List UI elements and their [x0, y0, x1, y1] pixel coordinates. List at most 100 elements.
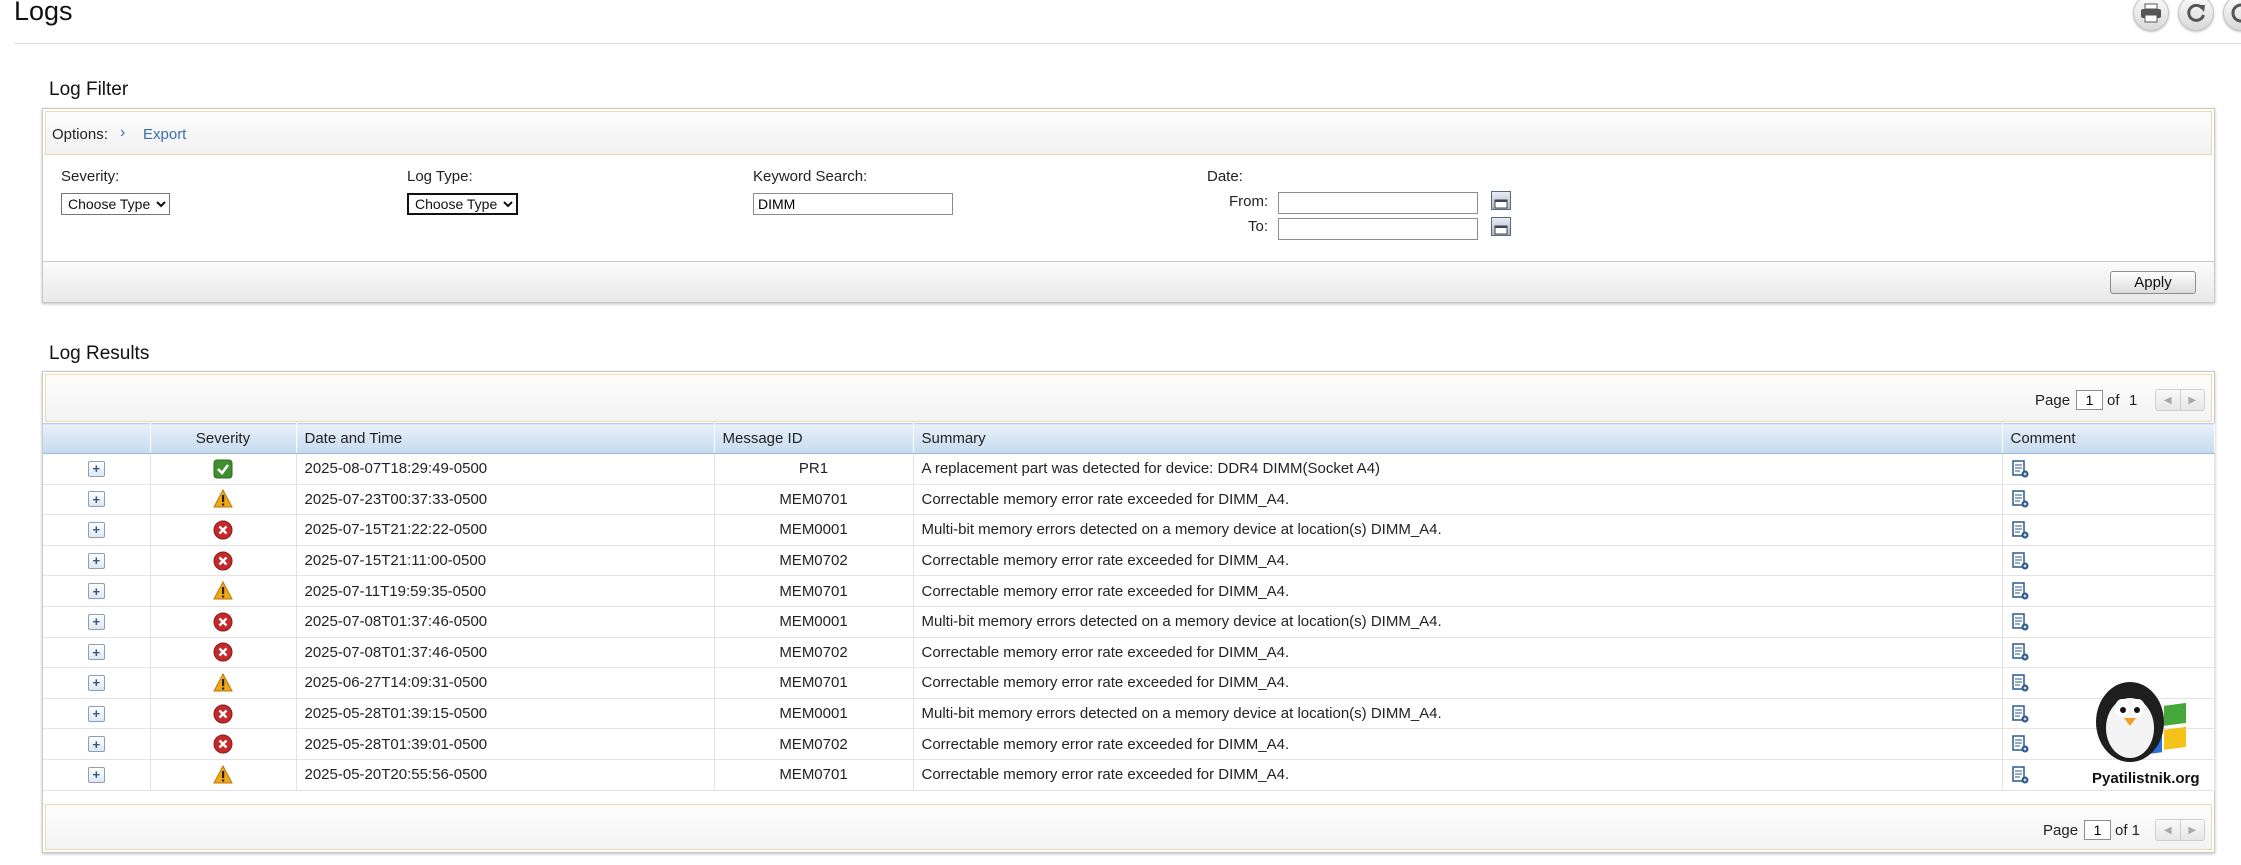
date-from-input[interactable]: [1278, 192, 1478, 214]
date-from-label: From:: [1229, 193, 1269, 210]
log-results-panel: Page of 1 ◀ ▶ Severity Date and Time Mes…: [42, 371, 2215, 853]
table-row: +2025-08-07T18:29:49-0500 PR1 A replacemen…: [43, 453, 2215, 485]
penguin-logo-icon: [2096, 682, 2186, 762]
add-comment-icon[interactable]: [2011, 674, 2029, 692]
expand-row-button[interactable]: +: [87, 583, 105, 600]
date-to-input[interactable]: [1278, 218, 1478, 240]
chevron-right-icon: ›: [120, 124, 126, 141]
severity-select[interactable]: Choose Type: [61, 193, 170, 215]
expand-row-button[interactable]: +: [87, 552, 105, 569]
datetime-cell: 2025-05-28T01:39:15-0500: [296, 698, 715, 730]
expand-row-button[interactable]: +: [87, 460, 105, 477]
summary-cell: Correctable memory error rate exceeded f…: [913, 484, 2003, 516]
comment-cell: [2002, 606, 2215, 638]
critical-error-icon: [213, 642, 233, 662]
add-comment-icon[interactable]: [2011, 735, 2029, 753]
table-row: +2025-07-08T01:37:46-0500 MEM0001 Multi-bi…: [43, 606, 2215, 638]
calendar-to-button[interactable]: [1491, 217, 1511, 236]
next-page-button[interactable]: ▶: [2181, 820, 2205, 840]
datetime-cell: 2025-07-08T01:37:46-0500: [296, 637, 715, 669]
summary-cell: Multi-bit memory errors detected on a me…: [913, 698, 2003, 730]
log-filter-panel: Options: › Export Severity: Choose Type …: [42, 108, 2215, 303]
severity-cell: [150, 453, 297, 485]
add-comment-icon[interactable]: [2011, 643, 2029, 661]
date-label: Date:: [1207, 168, 1243, 185]
severity-cell: [150, 545, 297, 577]
column-header-message-id[interactable]: Message ID: [714, 423, 914, 454]
print-button[interactable]: [2133, 0, 2169, 31]
expand-row-button[interactable]: +: [87, 705, 105, 722]
next-page-button[interactable]: ▶: [2181, 390, 2205, 410]
column-header-severity[interactable]: Severity: [150, 423, 297, 454]
export-link[interactable]: Export: [143, 126, 186, 143]
pager-top-page-label: Page: [2035, 392, 2071, 409]
comment-cell: [2002, 575, 2215, 607]
table-row: +2025-07-15T21:11:00-0500 MEM0702 Correcta…: [43, 545, 2215, 577]
column-header-comment: Comment: [2002, 423, 2215, 454]
message-id-cell: MEM0001: [714, 698, 914, 730]
expand-row-button[interactable]: +: [87, 674, 105, 691]
refresh-button[interactable]: [2178, 0, 2214, 31]
critical-error-icon: [213, 704, 233, 724]
comment-cell: [2002, 514, 2215, 546]
prev-page-button[interactable]: ◀: [2156, 820, 2181, 840]
pager-top: Page of 1 ◀ ▶: [45, 374, 2212, 422]
add-comment-icon[interactable]: [2011, 521, 2029, 539]
calendar-from-button[interactable]: [1491, 191, 1511, 210]
log-type-select[interactable]: Choose Type: [407, 193, 518, 215]
table-row: +2025-05-28T01:39:15-0500 MEM0001 Multi-bi…: [43, 698, 2215, 730]
pager-top-page-input[interactable]: [2076, 390, 2103, 410]
expand-cell: +: [43, 453, 151, 485]
datetime-cell: 2025-05-28T01:39:01-0500: [296, 728, 715, 760]
expand-cell: +: [43, 484, 151, 516]
severity-label: Severity:: [61, 168, 120, 185]
expand-row-button[interactable]: +: [87, 644, 105, 661]
warning-icon: [213, 764, 233, 784]
severity-cell: [150, 575, 297, 607]
filter-footer: Apply: [43, 261, 2214, 302]
comment-cell: [2002, 545, 2215, 577]
prev-page-button[interactable]: ◀: [2156, 390, 2181, 410]
calendar-icon: [1494, 225, 1508, 235]
warning-icon: [213, 672, 233, 692]
warning-icon: [213, 489, 233, 508]
comment-cell: [2002, 637, 2215, 669]
column-header-datetime[interactable]: Date and Time: [296, 423, 715, 454]
datetime-cell: 2025-06-27T14:09:31-0500: [296, 667, 715, 699]
summary-cell: Correctable memory error rate exceeded f…: [913, 728, 2003, 760]
expand-row-button[interactable]: +: [87, 521, 105, 538]
pager-bottom-page-input[interactable]: [2084, 820, 2111, 840]
column-header-summary[interactable]: Summary: [913, 423, 2003, 454]
table-row: +2025-07-15T21:22:22-0500 MEM0001 Multi-bi…: [43, 514, 2215, 546]
expand-cell: +: [43, 575, 151, 607]
add-comment-icon[interactable]: [2011, 582, 2029, 600]
keyword-search-input[interactable]: [753, 193, 953, 215]
pager-bottom-page-label: Page: [2043, 822, 2079, 839]
expand-row-button[interactable]: +: [87, 736, 105, 753]
summary-cell: Correctable memory error rate exceeded f…: [913, 759, 2003, 791]
severity-cell: [150, 484, 297, 516]
add-comment-icon[interactable]: [2011, 704, 2029, 723]
help-icon: [2231, 3, 2241, 23]
add-comment-icon[interactable]: [2011, 551, 2029, 570]
expand-cell: +: [43, 728, 151, 760]
expand-row-button[interactable]: +: [87, 766, 105, 783]
message-id-cell: MEM0701: [714, 575, 914, 607]
print-icon: [2141, 3, 2161, 23]
expand-row-button[interactable]: +: [87, 613, 105, 630]
expand-row-button[interactable]: +: [87, 491, 105, 508]
options-label: Options:: [52, 126, 108, 143]
help-button[interactable]: [2223, 0, 2241, 31]
table-row: +2025-07-08T01:37:46-0500 MEM0702 Correcta…: [43, 637, 2215, 669]
log-type-label: Log Type:: [407, 168, 473, 185]
apply-button[interactable]: Apply: [2110, 271, 2196, 294]
add-comment-icon[interactable]: [2011, 460, 2029, 478]
log-filter-title: Log Filter: [49, 79, 129, 100]
page-title: Logs: [14, 0, 73, 26]
add-comment-icon[interactable]: [2011, 766, 2029, 784]
severity-cell: [150, 728, 297, 760]
datetime-cell: 2025-07-11T19:59:35-0500: [296, 575, 715, 607]
add-comment-icon[interactable]: [2011, 613, 2029, 631]
add-comment-icon[interactable]: [2011, 490, 2029, 508]
datetime-cell: 2025-08-07T18:29:49-0500: [296, 453, 715, 485]
